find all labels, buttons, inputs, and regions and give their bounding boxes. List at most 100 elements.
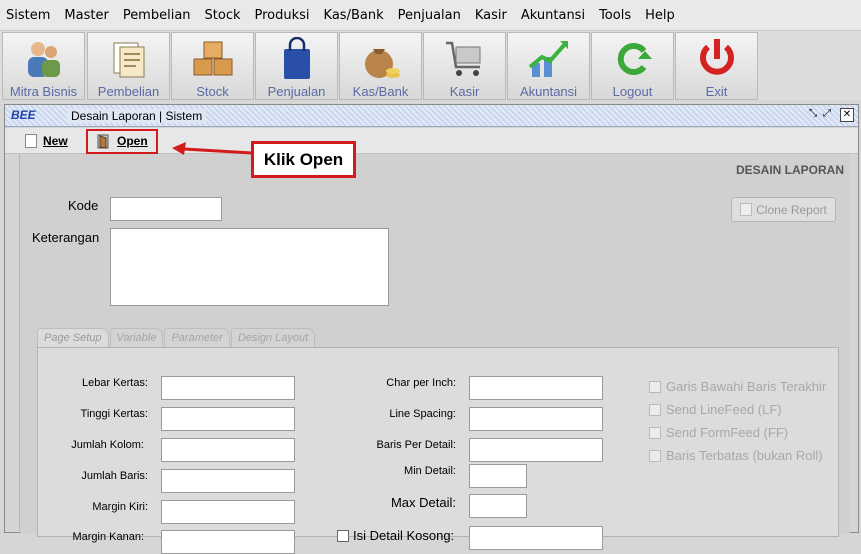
refresh-arrow-icon bbox=[617, 43, 652, 75]
chart-up-icon bbox=[528, 41, 568, 77]
toolbar-logout-button[interactable]: Logout bbox=[591, 32, 674, 100]
tab-design-layout[interactable]: Design Layout bbox=[230, 328, 316, 348]
menu-master[interactable]: Master bbox=[64, 8, 108, 23]
jumlah-baris-input[interactable] bbox=[161, 469, 295, 493]
tab-strip: Page Setup Variable Parameter Design Lay… bbox=[37, 328, 316, 348]
toolbar-label: Akuntansi bbox=[519, 84, 578, 99]
power-icon bbox=[699, 39, 734, 75]
lebar-kertas-input[interactable] bbox=[161, 376, 295, 400]
toolbar-kas-bank-button[interactable]: Kas/Bank bbox=[339, 32, 422, 100]
margin-kiri-label: Margin Kiri: bbox=[92, 501, 148, 513]
page-setup-panel: Lebar Kertas: Tinggi Kertas: Jumlah Kolo… bbox=[37, 347, 839, 554]
documents-icon bbox=[113, 42, 144, 78]
menu-produksi[interactable]: Produksi bbox=[255, 8, 310, 23]
cart-icon bbox=[445, 41, 480, 76]
close-icon[interactable]: ✕ bbox=[840, 108, 854, 122]
toolbar-label: Kas/Bank bbox=[352, 84, 409, 99]
menubar: Sistem Master Pembelian Stock Produksi K… bbox=[0, 0, 861, 30]
callout-arrow-icon bbox=[172, 142, 253, 155]
garis-bawahi-checkbox[interactable]: Garis Bawahi Baris Terakhir bbox=[649, 379, 826, 394]
toolbar-label: Pembelian bbox=[97, 84, 160, 99]
checkbox-box bbox=[649, 403, 661, 416]
baris-terbatas-label: Baris Terbatas (bukan Roll) bbox=[666, 448, 823, 463]
menu-akuntansi[interactable]: Akuntansi bbox=[521, 8, 585, 23]
baris-per-detail-label: Baris Per Detail: bbox=[376, 439, 456, 451]
keterangan-label: Keterangan bbox=[32, 230, 100, 245]
max-detail-input[interactable] bbox=[469, 494, 527, 518]
checkbox-box bbox=[649, 449, 661, 462]
baris-terbatas-checkbox[interactable]: Baris Terbatas (bukan Roll) bbox=[649, 448, 823, 463]
toolbar-pembelian-button[interactable]: Pembelian bbox=[87, 32, 170, 100]
checkbox-box bbox=[649, 380, 661, 393]
menu-kas-bank[interactable]: Kas/Bank bbox=[324, 8, 384, 23]
menu-kasir[interactable]: Kasir bbox=[475, 8, 507, 23]
window-titlebar: BEE Desain Laporan | Sistem ⤡ ⤢ ✕ bbox=[5, 105, 858, 127]
toolbar-penjualan-button[interactable]: Penjualan bbox=[255, 32, 338, 100]
kode-label: Kode bbox=[68, 198, 99, 213]
checkbox-box bbox=[649, 426, 661, 439]
tab-page-setup[interactable]: Page Setup bbox=[37, 328, 109, 348]
line-spacing-label: Line Spacing: bbox=[389, 408, 456, 420]
tinggi-kertas-input[interactable] bbox=[161, 407, 295, 431]
isi-detail-kosong-checkbox[interactable]: Isi Detail Kosong: bbox=[337, 528, 454, 543]
isi-detail-kosong-label: Isi Detail Kosong: bbox=[353, 528, 455, 543]
new-button-label: New bbox=[43, 134, 68, 148]
people-icon bbox=[27, 42, 60, 77]
char-per-inch-input[interactable] bbox=[469, 376, 603, 400]
isi-detail-kosong-input[interactable] bbox=[469, 526, 603, 550]
clone-report-button[interactable]: Clone Report bbox=[731, 197, 836, 222]
desain-laporan-window: BEE Desain Laporan | Sistem ⤡ ⤢ ✕ New Op… bbox=[4, 104, 859, 554]
tab-parameter[interactable]: Parameter bbox=[164, 328, 230, 348]
toolbar-label: Kasir bbox=[449, 84, 480, 99]
tab-variable[interactable]: Variable bbox=[109, 328, 164, 348]
kode-input[interactable] bbox=[110, 197, 222, 221]
panel-title: DESAIN LAPORAN bbox=[735, 163, 844, 177]
menu-penjualan[interactable]: Penjualan bbox=[398, 8, 461, 23]
menu-sistem[interactable]: Sistem bbox=[6, 8, 50, 23]
klik-open-callout: Klik Open bbox=[251, 141, 356, 178]
menu-tools[interactable]: Tools bbox=[599, 8, 631, 23]
desain-laporan-panel: DESAIN LAPORAN Kode Keterangan Clone Rep… bbox=[19, 154, 850, 554]
clone-icon bbox=[740, 203, 753, 216]
toolbar-exit-button[interactable]: Exit bbox=[675, 32, 758, 100]
menu-stock[interactable]: Stock bbox=[205, 8, 241, 23]
checkbox-box bbox=[337, 529, 349, 542]
send-formfeed-checkbox[interactable]: Send FormFeed (FF) bbox=[649, 425, 788, 440]
menu-pembelian[interactable]: Pembelian bbox=[123, 8, 191, 23]
menu-help[interactable]: Help bbox=[645, 8, 675, 23]
toolbar-stock-button[interactable]: Stock bbox=[171, 32, 254, 100]
clone-report-label: Clone Report bbox=[756, 202, 827, 217]
bee-logo: BEE bbox=[11, 108, 36, 122]
restore-icon[interactable]: ⤡ bbox=[806, 108, 820, 122]
min-detail-input[interactable] bbox=[469, 464, 527, 488]
send-linefeed-label: Send LineFeed (LF) bbox=[666, 402, 782, 417]
toolbar-label: Logout bbox=[612, 84, 653, 99]
jumlah-kolom-input[interactable] bbox=[161, 438, 295, 462]
shopping-bag-icon bbox=[283, 37, 310, 79]
baris-per-detail-input[interactable] bbox=[469, 438, 603, 462]
open-button-highlight bbox=[86, 129, 158, 154]
money-bag-icon bbox=[364, 49, 400, 78]
new-document-icon bbox=[25, 134, 37, 148]
toolbar-mitra-bisnis-button[interactable]: Mitra Bisnis bbox=[2, 32, 85, 100]
tinggi-kertas-label: Tinggi Kertas: bbox=[80, 408, 148, 420]
jumlah-kolom-label: Jumlah Kolom: bbox=[71, 439, 144, 451]
lebar-kertas-label: Lebar Kertas: bbox=[81, 377, 148, 389]
margin-kiri-input[interactable] bbox=[161, 500, 295, 524]
margin-kanan-input[interactable] bbox=[161, 530, 295, 554]
toolbar-akuntansi-button[interactable]: Akuntansi bbox=[507, 32, 590, 100]
min-detail-label: Min Detail: bbox=[404, 465, 456, 477]
toolbar-kasir-button[interactable]: Kasir bbox=[423, 32, 506, 100]
send-linefeed-checkbox[interactable]: Send LineFeed (LF) bbox=[649, 402, 782, 417]
maximize-icon[interactable]: ⤢ bbox=[820, 108, 834, 122]
window-title: Desain Laporan | Sistem bbox=[67, 109, 207, 123]
keterangan-textarea[interactable] bbox=[110, 228, 389, 306]
toolbar-label: Mitra Bisnis bbox=[9, 84, 78, 99]
line-spacing-input[interactable] bbox=[469, 407, 603, 431]
main-toolbar: Mitra Bisnis Pembelian Stock Penjualan K… bbox=[0, 30, 861, 100]
toolbar-label: Penjualan bbox=[267, 84, 326, 99]
jumlah-baris-label: Jumlah Baris: bbox=[81, 470, 148, 482]
boxes-icon bbox=[193, 41, 232, 76]
new-button[interactable]: New bbox=[25, 131, 68, 151]
max-detail-label: Max Detail: bbox=[390, 495, 456, 510]
